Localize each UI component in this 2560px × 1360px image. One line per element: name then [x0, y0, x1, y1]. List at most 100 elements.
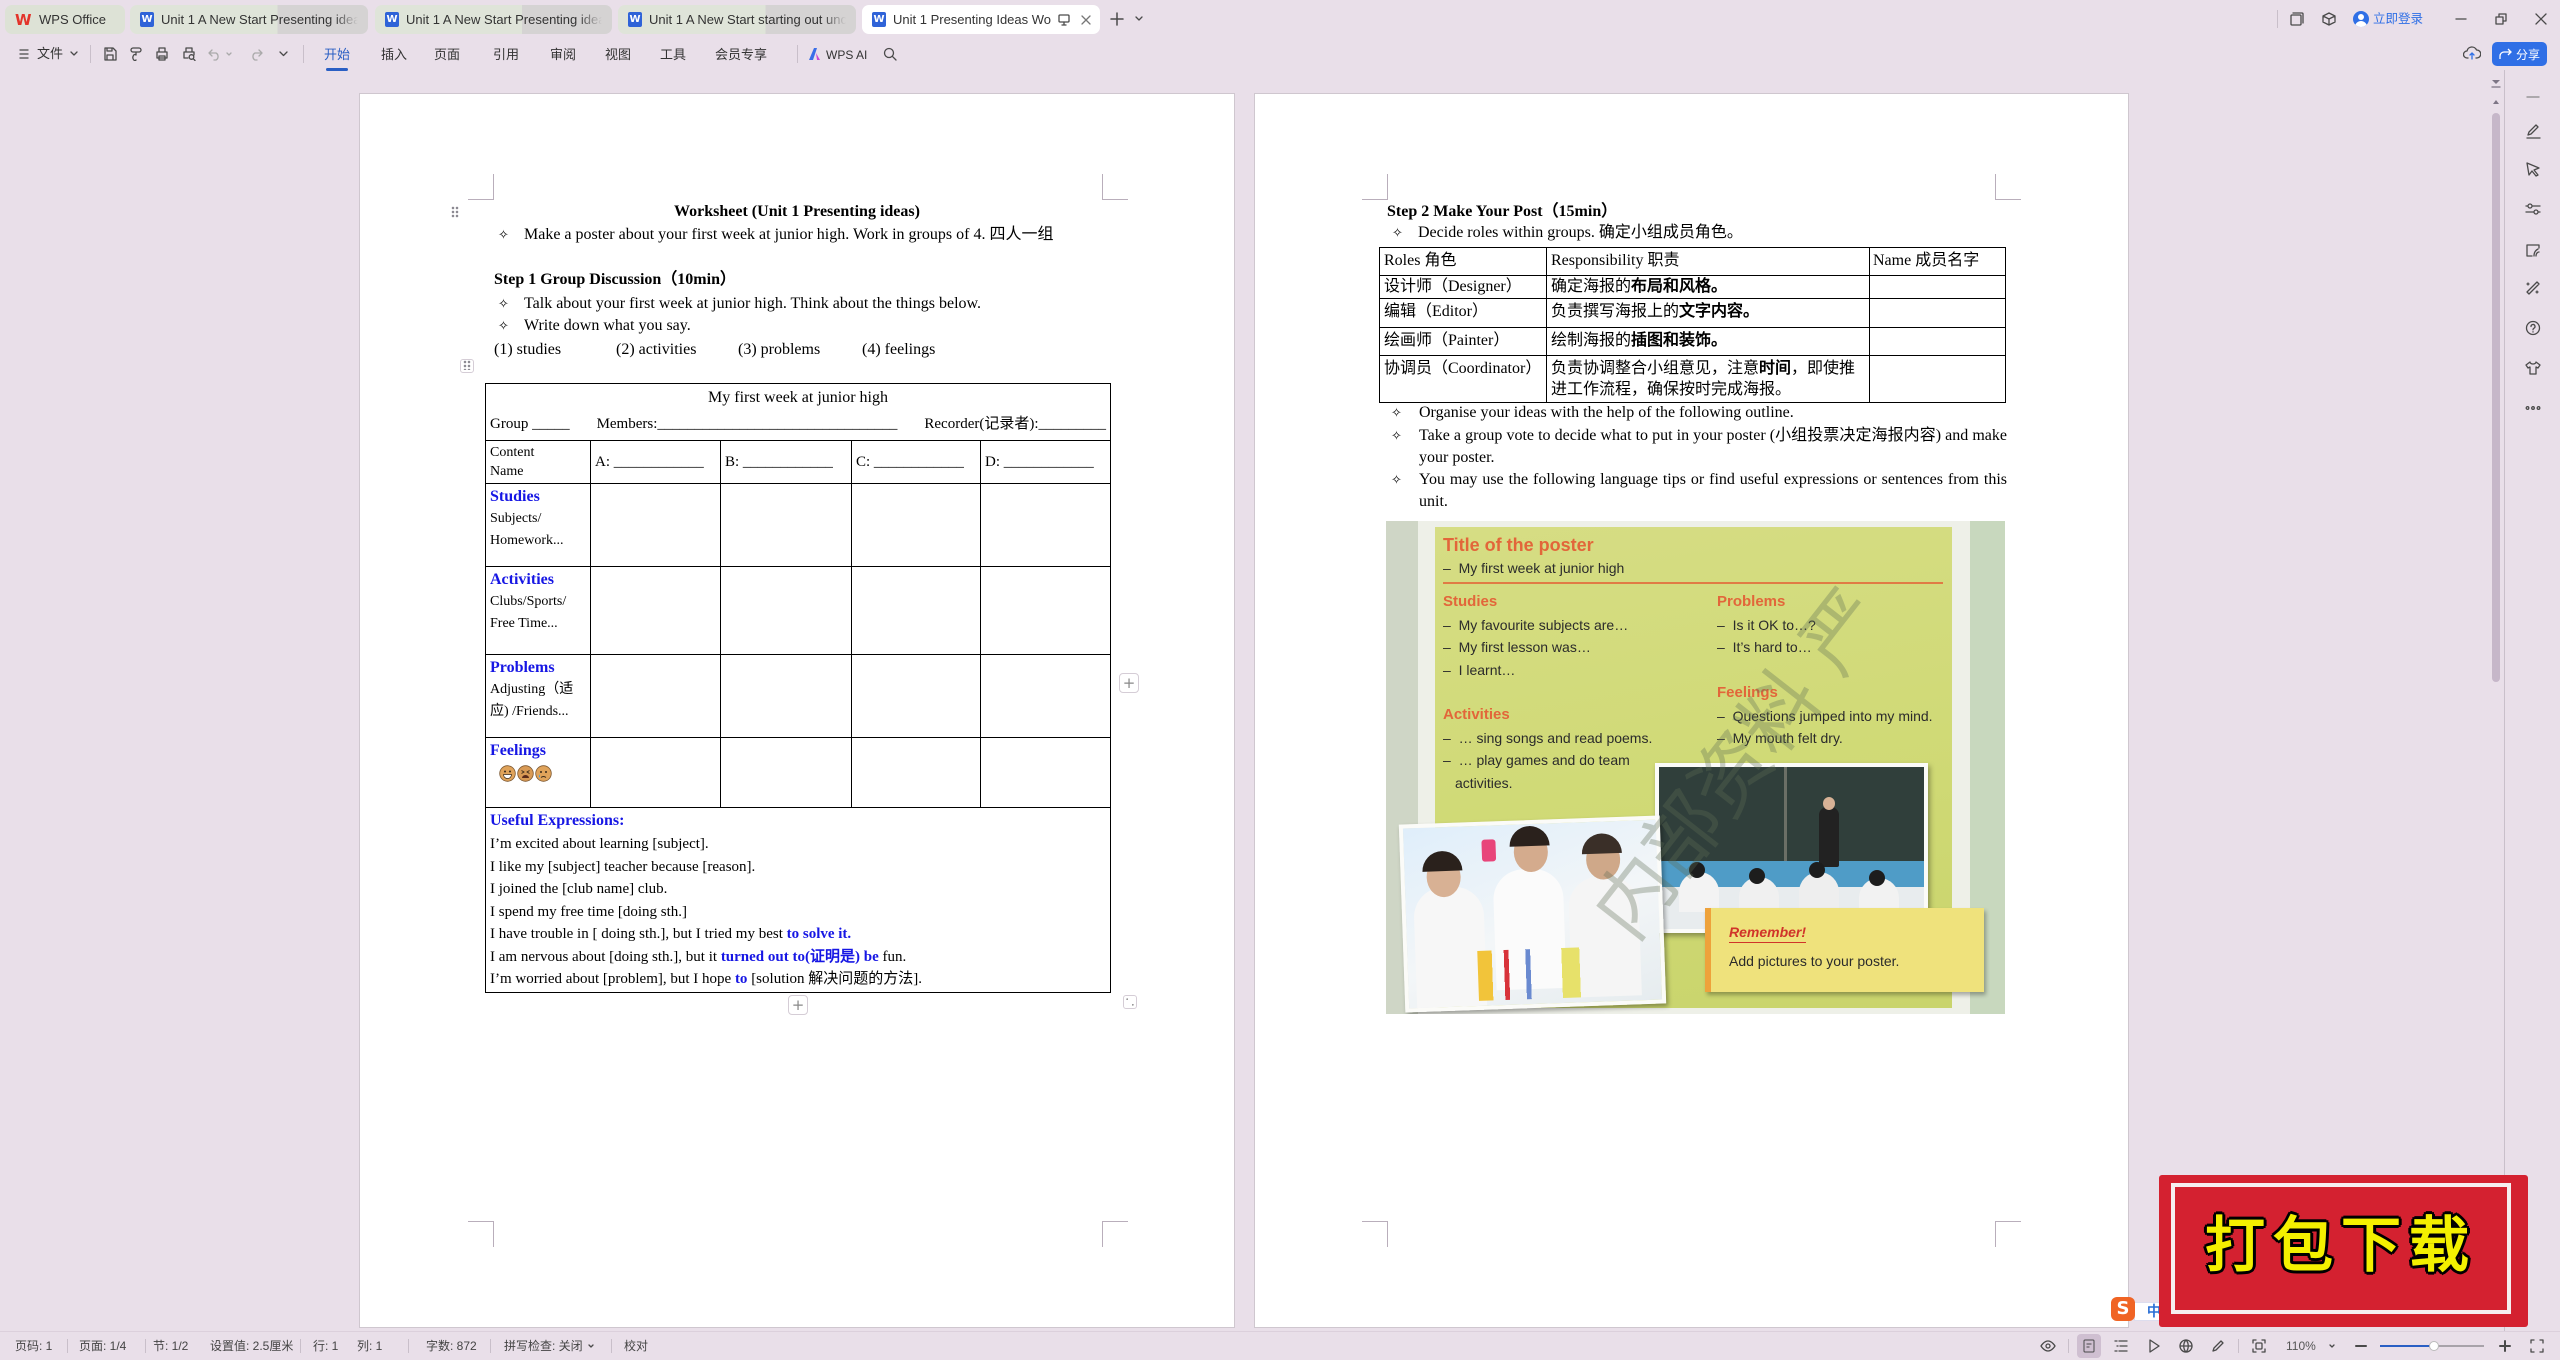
outline-view-icon[interactable]	[2113, 1338, 2129, 1354]
answer-cell[interactable]	[720, 737, 852, 808]
fit-page-icon[interactable]	[2251, 1338, 2267, 1354]
download-stamp-ad[interactable]: 打包下载	[2159, 1175, 2528, 1327]
row-label-activities[interactable]: Activities Clubs/Sports/ Free Time...	[485, 566, 591, 655]
web-layout-icon[interactable]	[2178, 1338, 2194, 1354]
member-name-input[interactable]	[1869, 298, 2006, 328]
page-view-button[interactable]	[2077, 1334, 2101, 1358]
status-page-count[interactable]: 页面: 1/4	[79, 1338, 126, 1354]
status-column[interactable]: 列: 1	[357, 1338, 382, 1354]
new-tab-plus-icon[interactable]	[1109, 11, 1125, 27]
reading-play-icon[interactable]	[2146, 1338, 2162, 1354]
answer-cell[interactable]	[590, 654, 721, 738]
pen-edit-icon[interactable]	[2524, 122, 2542, 140]
redo-icon[interactable]	[248, 46, 264, 62]
useful-expressions-cell[interactable]: Useful Expressions: I’m excited about le…	[484, 807, 1112, 993]
menu-view[interactable]: 视图	[605, 45, 631, 65]
adjust-sliders-icon[interactable]	[2524, 200, 2542, 218]
member-name-input[interactable]	[1869, 355, 2006, 403]
restore-icon[interactable]	[2493, 11, 2509, 27]
member-b-cell[interactable]: B: ____________	[720, 440, 852, 484]
member-a-cell[interactable]: A: ____________	[590, 440, 721, 484]
table-move-handle[interactable]	[460, 359, 474, 373]
member-c-cell[interactable]: C: ____________	[851, 440, 981, 484]
fullscreen-icon[interactable]	[2529, 1338, 2545, 1354]
answer-cell[interactable]	[590, 566, 721, 655]
add-row-button[interactable]: +	[788, 995, 808, 1015]
monitor-icon[interactable]	[1056, 12, 1072, 28]
write-mode-icon[interactable]	[2210, 1338, 2226, 1354]
save-icon[interactable]	[102, 46, 118, 62]
avatar-icon[interactable]	[2353, 11, 2369, 27]
add-column-button[interactable]: +	[1119, 673, 1139, 693]
row-label-studies[interactable]: Studies Subjects/ Homework...	[485, 483, 591, 567]
zoom-out-icon[interactable]	[2354, 1339, 2368, 1353]
answer-cell[interactable]	[590, 737, 721, 808]
row-label-feelings[interactable]: Feelings	[485, 737, 591, 808]
more-chevron-icon[interactable]	[278, 49, 288, 59]
table-resize-handle[interactable]	[1123, 995, 1137, 1009]
status-page-number[interactable]: 页码: 1	[15, 1338, 52, 1354]
sogou-ime-logo-icon[interactable]: S	[2111, 1297, 2135, 1321]
file-menu-chevron-icon[interactable]	[69, 49, 79, 59]
eye-protection-icon[interactable]	[2040, 1338, 2056, 1354]
vertical-scrollbar-thumb[interactable]	[2492, 113, 2500, 682]
member-name-input[interactable]	[1869, 327, 2006, 356]
cloud-upload-icon[interactable]	[2462, 44, 2482, 62]
status-spell-check[interactable]: 拼写检查: 关闭	[504, 1338, 583, 1354]
window-tile-icon[interactable]	[2289, 11, 2305, 27]
cube-icon[interactable]	[2321, 11, 2337, 27]
skin-theme-icon[interactable]	[2524, 359, 2542, 377]
table-title-cell[interactable]: My first week at junior high Group _____…	[484, 383, 1112, 441]
wps-ai-button[interactable]: WPS AI	[826, 45, 867, 65]
collapse-panel-icon[interactable]	[2524, 89, 2542, 105]
document-page-2[interactable]: Step 2 Make Your Post（15min） Decide role…	[1255, 94, 2128, 1327]
answer-cell[interactable]	[720, 483, 852, 567]
answer-cell[interactable]	[720, 566, 852, 655]
status-row[interactable]: 行: 1	[313, 1338, 338, 1354]
magic-wand-icon[interactable]	[2524, 279, 2542, 297]
login-link[interactable]: 立即登录	[2373, 11, 2423, 27]
minimize-icon[interactable]	[2453, 11, 2469, 27]
tab-wps-office[interactable]: WPS Office	[5, 5, 125, 34]
menu-page[interactable]: 页面	[434, 45, 460, 65]
share-button[interactable]: 分享	[2492, 42, 2547, 66]
menu-references[interactable]: 引用	[493, 45, 519, 65]
zoom-chevron-icon[interactable]	[2328, 1342, 2336, 1350]
member-d-cell[interactable]: D: ____________	[979, 440, 1112, 484]
image-edit-icon[interactable]	[2524, 241, 2542, 259]
status-proofread[interactable]: 校对	[624, 1338, 648, 1354]
tab-document[interactable]: Unit 1 A New Start Presenting idea	[375, 5, 612, 34]
answer-cell[interactable]	[590, 483, 721, 567]
status-section[interactable]: 节: 1/2	[153, 1338, 188, 1354]
answer-cell[interactable]	[851, 483, 981, 567]
format-painter-icon[interactable]	[128, 46, 144, 62]
tab-list-chevron-icon[interactable]	[1134, 13, 1144, 25]
help-icon[interactable]	[2524, 319, 2542, 337]
print-icon[interactable]	[154, 46, 170, 62]
menu-insert[interactable]: 插入	[381, 45, 407, 65]
zoom-level[interactable]: 110%	[2286, 1338, 2316, 1354]
scroll-up-arrow-icon[interactable]	[2489, 96, 2503, 108]
menu-home[interactable]: 开始	[324, 45, 350, 71]
poster-outline-image[interactable]: Title of the poster My first week at jun…	[1386, 521, 2005, 1014]
answer-cell[interactable]	[979, 483, 1112, 567]
undo-icon[interactable]	[207, 46, 223, 62]
file-menu-button[interactable]: 文件	[37, 46, 63, 62]
undo-chevron-icon[interactable]	[225, 50, 233, 58]
member-name-input[interactable]	[1869, 275, 2006, 299]
scroll-to-end-icon[interactable]	[2489, 77, 2503, 91]
select-cursor-icon[interactable]	[2524, 160, 2542, 178]
answer-cell[interactable]	[979, 654, 1112, 738]
answer-cell[interactable]	[851, 566, 981, 655]
more-options-icon[interactable]	[2524, 400, 2542, 416]
search-icon[interactable]	[882, 46, 898, 62]
answer-cell[interactable]	[720, 654, 852, 738]
document-page-1[interactable]: Worksheet (Unit 1 Presenting ideas) Make…	[360, 94, 1234, 1327]
menu-review[interactable]: 审阅	[550, 45, 576, 65]
close-window-icon[interactable]	[2533, 11, 2549, 27]
zoom-in-icon[interactable]	[2498, 1339, 2512, 1353]
hamburger-menu-icon[interactable]	[17, 46, 31, 62]
close-tab-icon[interactable]	[1078, 12, 1094, 28]
print-preview-icon[interactable]	[181, 46, 197, 62]
answer-cell[interactable]	[851, 737, 981, 808]
